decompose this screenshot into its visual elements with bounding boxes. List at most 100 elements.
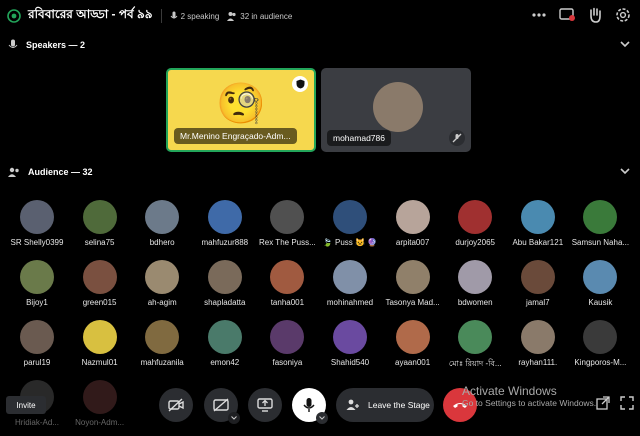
audience-label: Audience — 32	[28, 167, 93, 177]
audience-member[interactable]: Shahid540	[319, 316, 381, 376]
member-name: ah-agim	[147, 298, 177, 307]
avatar	[395, 320, 430, 354]
member-name: green015	[82, 298, 117, 307]
muted-mic-icon	[449, 130, 465, 146]
member-name: mahfuzanila	[140, 358, 184, 367]
speaker-name: mohamad786	[327, 130, 391, 146]
avatar	[583, 320, 618, 354]
popout-icon[interactable]	[596, 396, 610, 410]
audience-member[interactable]: Kingporos-M...	[569, 316, 631, 376]
audience-member[interactable]: Samsun Naha...	[569, 196, 631, 256]
mic-icon	[170, 11, 177, 19]
audience-member[interactable]: Tasonya Mad...	[382, 256, 444, 316]
member-name: arpita007	[395, 238, 430, 247]
raise-hand-icon[interactable]	[586, 6, 604, 24]
audience-member[interactable]: tanha001	[256, 256, 318, 316]
avatar	[520, 200, 555, 234]
camera-off-button[interactable]	[159, 388, 193, 422]
screen-share-icon	[257, 398, 273, 412]
chevron-down-icon[interactable]	[620, 166, 630, 176]
audience-member[interactable]: Abu Bakar121	[507, 196, 569, 256]
audience-member[interactable]: ayaan001	[382, 316, 444, 376]
avatar	[145, 260, 180, 294]
video-off-button[interactable]	[204, 388, 240, 424]
audience-member[interactable]: mahfuzur888	[194, 196, 256, 256]
member-name: shapladatta	[204, 298, 246, 307]
microphone-button[interactable]	[292, 388, 328, 424]
audience-member[interactable]: green015	[69, 256, 131, 316]
member-name: mahfuzur888	[201, 238, 249, 247]
avatar	[520, 260, 555, 294]
audience-member[interactable]: emon42	[194, 316, 256, 376]
divider	[160, 9, 162, 23]
audience-member[interactable]: arpita007	[382, 196, 444, 256]
speaker-tile[interactable]: mohamad786	[321, 68, 471, 152]
speaker-tile[interactable]: 🧐 Mr.Menino Engraçado-Adm...	[166, 68, 316, 152]
window-controls	[596, 396, 634, 410]
mic-icon	[303, 398, 315, 412]
member-name: parul19	[23, 358, 51, 367]
audience-member[interactable]: Rex The Puss...	[256, 196, 318, 256]
avatar	[333, 320, 367, 354]
audience-member[interactable]: bdwomen	[444, 256, 506, 316]
chevron-down-icon[interactable]	[228, 412, 240, 424]
avatar	[82, 260, 117, 294]
audience-member[interactable]: মোঃ রিয়াদ -বি...	[444, 316, 506, 376]
chevron-down-icon[interactable]	[316, 412, 328, 424]
member-name: durjoy2065	[455, 238, 495, 247]
fullscreen-icon[interactable]	[620, 396, 634, 410]
avatar	[333, 260, 367, 294]
chevron-down-icon[interactable]	[620, 39, 630, 49]
member-name: rayhan111.	[518, 358, 558, 367]
audience-member[interactable]: rayhan111.	[507, 316, 569, 376]
audience-member[interactable]: fasoniya	[256, 316, 318, 376]
avatar	[270, 200, 305, 234]
avatar	[82, 320, 117, 354]
mic-icon	[8, 39, 18, 48]
audience-member[interactable]: durjoy2065	[444, 196, 506, 256]
audience-member[interactable]: shapladatta	[194, 256, 256, 316]
member-name: Kausik	[588, 298, 613, 307]
audience-member[interactable]: selina75	[69, 196, 131, 256]
avatar	[520, 320, 555, 354]
member-name: Samsun Naha...	[571, 238, 630, 247]
audience-member[interactable]: bdhero	[131, 196, 193, 256]
audience-count: 32 in audience	[227, 11, 292, 21]
invite-button[interactable]: Invite	[6, 396, 46, 414]
member-name: Shahid540	[330, 358, 370, 367]
audience-member[interactable]: Bijoy1	[6, 256, 68, 316]
member-name: mohinahmed	[326, 298, 374, 307]
member-name: 🍃 Puss 😺 🔮	[322, 238, 378, 247]
audience-member[interactable]: mohinahmed	[319, 256, 381, 316]
share-screen-button[interactable]	[248, 388, 282, 422]
audience-member[interactable]: SR Shelly0399	[6, 196, 68, 256]
member-name: Bijoy1	[26, 298, 48, 307]
audience-member[interactable]: 🍃 Puss 😺 🔮	[319, 196, 381, 256]
audience-member[interactable]: jamal7	[507, 256, 569, 316]
audience-member[interactable]: Kausik	[569, 256, 631, 316]
stage-title: রবিবারের আড্ডা - পর্ব ৯৯	[28, 7, 153, 21]
speaker-avatar	[373, 82, 423, 132]
shield-icon	[292, 76, 308, 92]
audience-member[interactable]: mahfuzanila	[131, 316, 193, 376]
speaker-name: Mr.Menino Engraçado-Adm...	[174, 128, 297, 144]
speaker-avatar: 🧐	[216, 81, 266, 126]
audience-member[interactable]: ah-agim	[131, 256, 193, 316]
audience-member[interactable]: parul19	[6, 316, 68, 376]
member-name: fasoniya	[272, 358, 303, 367]
member-name: bdwomen	[457, 298, 493, 307]
more-options-icon[interactable]	[530, 6, 548, 24]
speaking-count: 2 speaking	[170, 11, 219, 21]
settings-icon[interactable]	[614, 6, 632, 24]
audience-member[interactable]: Nazmul01	[69, 316, 131, 376]
leave-stage-button[interactable]: Leave the Stage	[336, 388, 434, 422]
avatar	[20, 200, 54, 234]
avatar	[20, 320, 54, 354]
screen-share-icon[interactable]	[558, 6, 576, 24]
member-name: ayaan001	[395, 358, 431, 367]
audience-header[interactable]: Audience — 32	[0, 161, 640, 183]
speakers-header[interactable]: Speakers — 2	[0, 34, 640, 56]
avatar	[270, 260, 305, 294]
member-name: bdhero	[149, 238, 175, 247]
speakers-label: Speakers — 2	[26, 40, 86, 50]
